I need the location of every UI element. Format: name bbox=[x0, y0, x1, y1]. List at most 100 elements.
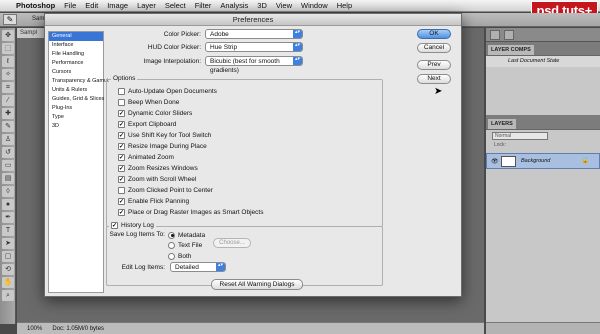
eraser-tool-icon[interactable]: ▭ bbox=[2, 160, 14, 171]
checkbox-resize-image-during-place[interactable]: ✓ Resize Image During Place bbox=[118, 142, 207, 150]
menu-photoshop[interactable]: Photoshop bbox=[16, 0, 55, 12]
checkbox-label: Animated Zoom bbox=[128, 153, 174, 161]
panel-collapse-icon[interactable] bbox=[490, 30, 500, 40]
checkbox-enable-flick-panning[interactable]: ✓ Enable Flick Panning bbox=[118, 197, 189, 205]
radio-button[interactable] bbox=[168, 252, 175, 260]
checkbox-auto-update-open-documents[interactable]: Auto-Update Open Documents bbox=[118, 87, 217, 95]
category-interface[interactable]: Interface bbox=[49, 41, 103, 50]
menu-analysis[interactable]: Analysis bbox=[220, 0, 248, 12]
layer-row-background[interactable]: 👁 Background 🔒 bbox=[486, 153, 600, 169]
clone-stamp-tool-icon[interactable]: ♙ bbox=[2, 134, 14, 145]
edit-log-items-select[interactable]: Detailed ▴▾ bbox=[170, 262, 226, 272]
checkbox-box[interactable]: ✓ bbox=[118, 131, 125, 139]
zoom-level[interactable]: 100% bbox=[27, 326, 42, 332]
checkbox-export-clipboard[interactable]: ✓ Export Clipboard bbox=[118, 120, 176, 128]
checkbox-box[interactable] bbox=[118, 98, 125, 106]
category-type[interactable]: Type bbox=[49, 113, 103, 122]
radio-button[interactable] bbox=[168, 241, 175, 249]
category-performance[interactable]: Performance bbox=[49, 59, 103, 68]
hand-tool-icon[interactable]: ✋ bbox=[2, 277, 14, 288]
menu-image[interactable]: Image bbox=[107, 0, 128, 12]
dialog-title: Preferences bbox=[45, 14, 461, 26]
radio-text-file[interactable]: Text File bbox=[168, 241, 202, 249]
image-interpolation-select[interactable]: Bicubic (best for smooth gradients) ▴▾ bbox=[205, 56, 303, 74]
reset-warning-dialogs-button[interactable]: Reset All Warning Dialogs bbox=[211, 279, 303, 290]
checkbox-dynamic-color-sliders[interactable]: ✓ Dynamic Color Sliders bbox=[118, 109, 192, 117]
hud-color-picker-select[interactable]: Hue Strip ▴▾ bbox=[205, 42, 303, 52]
blur-tool-icon[interactable]: ◊ bbox=[2, 186, 14, 197]
visibility-eye-icon[interactable]: 👁 bbox=[491, 158, 499, 165]
checkbox-animated-zoom[interactable]: ✓ Animated Zoom bbox=[118, 153, 174, 161]
menu-help[interactable]: Help bbox=[337, 0, 352, 12]
category-units-rulers[interactable]: Units & Rulers bbox=[49, 86, 103, 95]
shape-tool-icon[interactable]: ▢ bbox=[2, 251, 14, 262]
prev-button[interactable]: Prev bbox=[417, 60, 451, 70]
color-picker-select[interactable]: Adobe ▴▾ bbox=[205, 29, 303, 39]
radio-button[interactable] bbox=[168, 231, 175, 239]
checkbox-use-shift-key[interactable]: ✓ Use Shift Key for Tool Switch bbox=[118, 131, 211, 139]
checkbox-box[interactable]: ✓ bbox=[118, 153, 125, 161]
menu-file[interactable]: File bbox=[64, 0, 76, 12]
menu-window[interactable]: Window bbox=[301, 0, 328, 12]
ok-button[interactable]: OK bbox=[417, 29, 451, 39]
next-button[interactable]: Next bbox=[417, 74, 451, 84]
zoom-tool-icon[interactable]: ⌕ bbox=[2, 290, 14, 301]
menu-edit[interactable]: Edit bbox=[85, 0, 98, 12]
menu-view[interactable]: View bbox=[276, 0, 292, 12]
history-brush-tool-icon[interactable]: ↺ bbox=[2, 147, 14, 158]
path-selection-tool-icon[interactable]: ➤ bbox=[2, 238, 14, 249]
3d-rotate-tool-icon[interactable]: ⟲ bbox=[2, 264, 14, 275]
move-tool-icon[interactable]: ✥ bbox=[2, 30, 14, 41]
magic-wand-tool-icon[interactable]: ✧ bbox=[2, 69, 14, 80]
type-tool-icon[interactable]: T bbox=[2, 225, 14, 236]
radio-metadata[interactable]: Metadata bbox=[168, 231, 205, 239]
gradient-tool-icon[interactable]: ▤ bbox=[2, 173, 14, 184]
pen-tool-icon[interactable]: ✒ bbox=[2, 212, 14, 223]
menu-filter[interactable]: Filter bbox=[195, 0, 212, 12]
radio-both[interactable]: Both bbox=[168, 252, 191, 260]
checkbox-box[interactable]: ✓ bbox=[118, 175, 125, 183]
checkbox-box[interactable]: ✓ bbox=[118, 120, 125, 128]
checkbox-box[interactable]: ✓ bbox=[118, 109, 125, 117]
healing-brush-tool-icon[interactable]: ✚ bbox=[2, 108, 14, 119]
dodge-tool-icon[interactable]: ● bbox=[2, 199, 14, 210]
checkbox-zoom-clicked-point-to-center[interactable]: Zoom Clicked Point to Center bbox=[118, 186, 213, 194]
cancel-button[interactable]: Cancel bbox=[417, 43, 451, 53]
checkbox-box[interactable] bbox=[118, 186, 125, 194]
checkbox-beep-when-done[interactable]: Beep When Done bbox=[118, 98, 179, 106]
checkbox-box[interactable]: ✓ bbox=[118, 142, 125, 150]
menu-3d[interactable]: 3D bbox=[257, 0, 267, 12]
eyedropper-tool-icon[interactable]: ⁄ bbox=[2, 95, 14, 106]
tab-layer-comps[interactable]: LAYER COMPS bbox=[488, 45, 534, 55]
category-file-handling[interactable]: File Handling bbox=[49, 50, 103, 59]
category-guides-grid-slices[interactable]: Guides, Grid & Slices bbox=[49, 95, 104, 104]
choose-button[interactable]: Choose... bbox=[213, 238, 251, 248]
brush-tool-preset-icon[interactable]: ✎ bbox=[3, 14, 17, 25]
panel-menu-icon[interactable] bbox=[504, 30, 514, 40]
crop-tool-icon[interactable]: ⌗ bbox=[2, 82, 14, 93]
category-general[interactable]: General bbox=[49, 32, 103, 41]
layer-comp-row[interactable]: Last Document State bbox=[486, 56, 600, 67]
checkbox-box[interactable]: ✓ bbox=[111, 222, 118, 229]
menu-layer[interactable]: Layer bbox=[137, 0, 156, 12]
checkbox-zoom-with-scroll-wheel[interactable]: ✓ Zoom with Scroll Wheel bbox=[118, 175, 196, 183]
category-transparency-gamut[interactable]: Transparency & Gamut bbox=[49, 77, 109, 86]
blend-mode-select[interactable]: Normal bbox=[492, 132, 548, 140]
checkbox-box[interactable] bbox=[118, 87, 125, 95]
category-3d[interactable]: 3D bbox=[49, 122, 103, 131]
checkbox-box[interactable]: ✓ bbox=[118, 164, 125, 172]
checkbox-history-log[interactable]: ✓ History Log bbox=[109, 221, 156, 230]
menu-select[interactable]: Select bbox=[165, 0, 186, 12]
checkbox-box[interactable]: ✓ bbox=[118, 197, 125, 205]
checkbox-place-as-smart-objects[interactable]: ✓ Place or Drag Raster Images as Smart O… bbox=[118, 208, 263, 216]
tab-layers[interactable]: LAYERS bbox=[488, 119, 516, 129]
checkbox-zoom-resizes-windows[interactable]: ✓ Zoom Resizes Windows bbox=[118, 164, 198, 172]
category-cursors[interactable]: Cursors bbox=[49, 68, 103, 77]
layers-footer bbox=[486, 322, 600, 334]
brush-tool-icon[interactable]: ✎ bbox=[2, 121, 14, 132]
category-plug-ins[interactable]: Plug-Ins bbox=[49, 104, 103, 113]
lasso-tool-icon[interactable]: ℓ bbox=[2, 56, 14, 67]
marquee-tool-icon[interactable]: ⬚ bbox=[2, 43, 14, 54]
checkbox-label: Zoom Resizes Windows bbox=[128, 164, 198, 172]
checkbox-box[interactable]: ✓ bbox=[118, 208, 125, 216]
